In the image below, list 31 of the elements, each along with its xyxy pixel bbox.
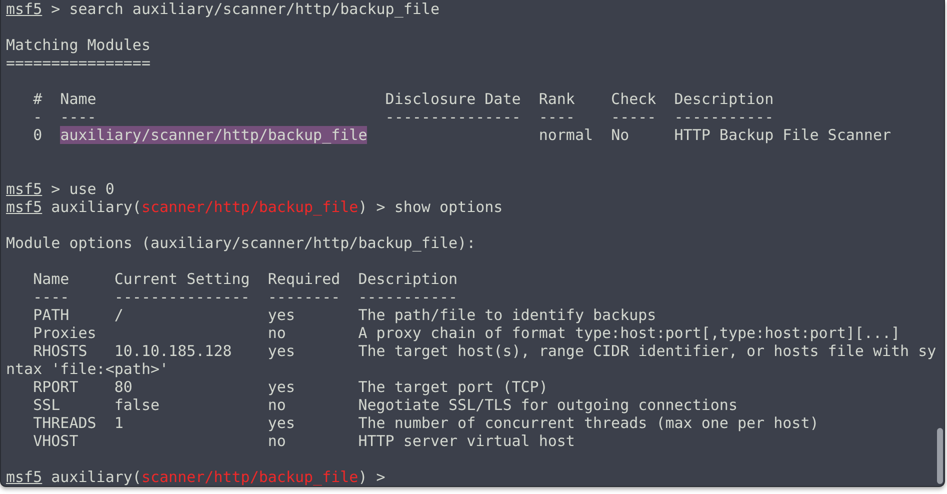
prompt-label: msf5	[6, 468, 42, 486]
module-name: scanner/http/backup_file	[141, 468, 358, 486]
scrollbar-thumb[interactable]	[937, 428, 943, 484]
terminal-text: 0	[32, 126, 44, 144]
terminal-text: Matching Modules	[6, 36, 150, 54]
terminal-text: Name Current Setting Required Description	[32, 270, 458, 288]
terminal-text: Module options (auxiliary/scanner/http/backup_file):	[6, 234, 476, 252]
prompt-label: msf5	[6, 0, 42, 18]
module-name: scanner/http/backup_file	[141, 198, 358, 216]
terminal-text: RPORT 80 yes The target port (TCP)	[32, 378, 548, 396]
terminal-text: PATH / yes The path/file to identify backups	[32, 306, 656, 324]
terminal-text: Proxies no A proxy chain of format type:host:port[,type:host:port][...]	[32, 324, 900, 342]
terminal-text: > search auxiliary/scanner/http/backup_file	[50, 0, 440, 18]
terminal-text: > use 0	[50, 180, 114, 198]
terminal-text: ---- --------------- -------- -----------	[32, 288, 458, 306]
terminal-text: normal No HTTP Backup File Scanner	[538, 126, 892, 144]
terminal-text: THREADS 1 yes The number of concurrent threads (max one per host)	[32, 414, 819, 432]
terminal-text: ) >	[358, 468, 386, 486]
terminal-text: # Name Disclosure Date Rank Check Description	[32, 90, 774, 108]
terminal-text: RHOSTS 10.10.185.128 yes The target host(s), range CIDR identifier, or hosts file with sy	[32, 342, 936, 360]
selected-text: auxiliary/scanner/http/backup_file	[60, 126, 368, 144]
prompt-label: msf5	[6, 180, 42, 198]
terminal-text: auxiliary(	[50, 468, 142, 486]
terminal-text: ) > show options	[358, 198, 503, 216]
terminal-text: - ---- --------------- ---- ----- -----------	[32, 108, 774, 126]
terminal-text: ================	[6, 54, 150, 72]
terminal-text: SSL false no Negotiate SSL/TLS for outgoing connections	[32, 396, 738, 414]
terminal-text: auxiliary(	[50, 198, 142, 216]
prompt-label: msf5	[6, 198, 42, 216]
terminal-text: VHOST no HTTP server virtual host	[32, 432, 575, 450]
terminal-text: ntax 'file:<path>'	[6, 360, 169, 378]
